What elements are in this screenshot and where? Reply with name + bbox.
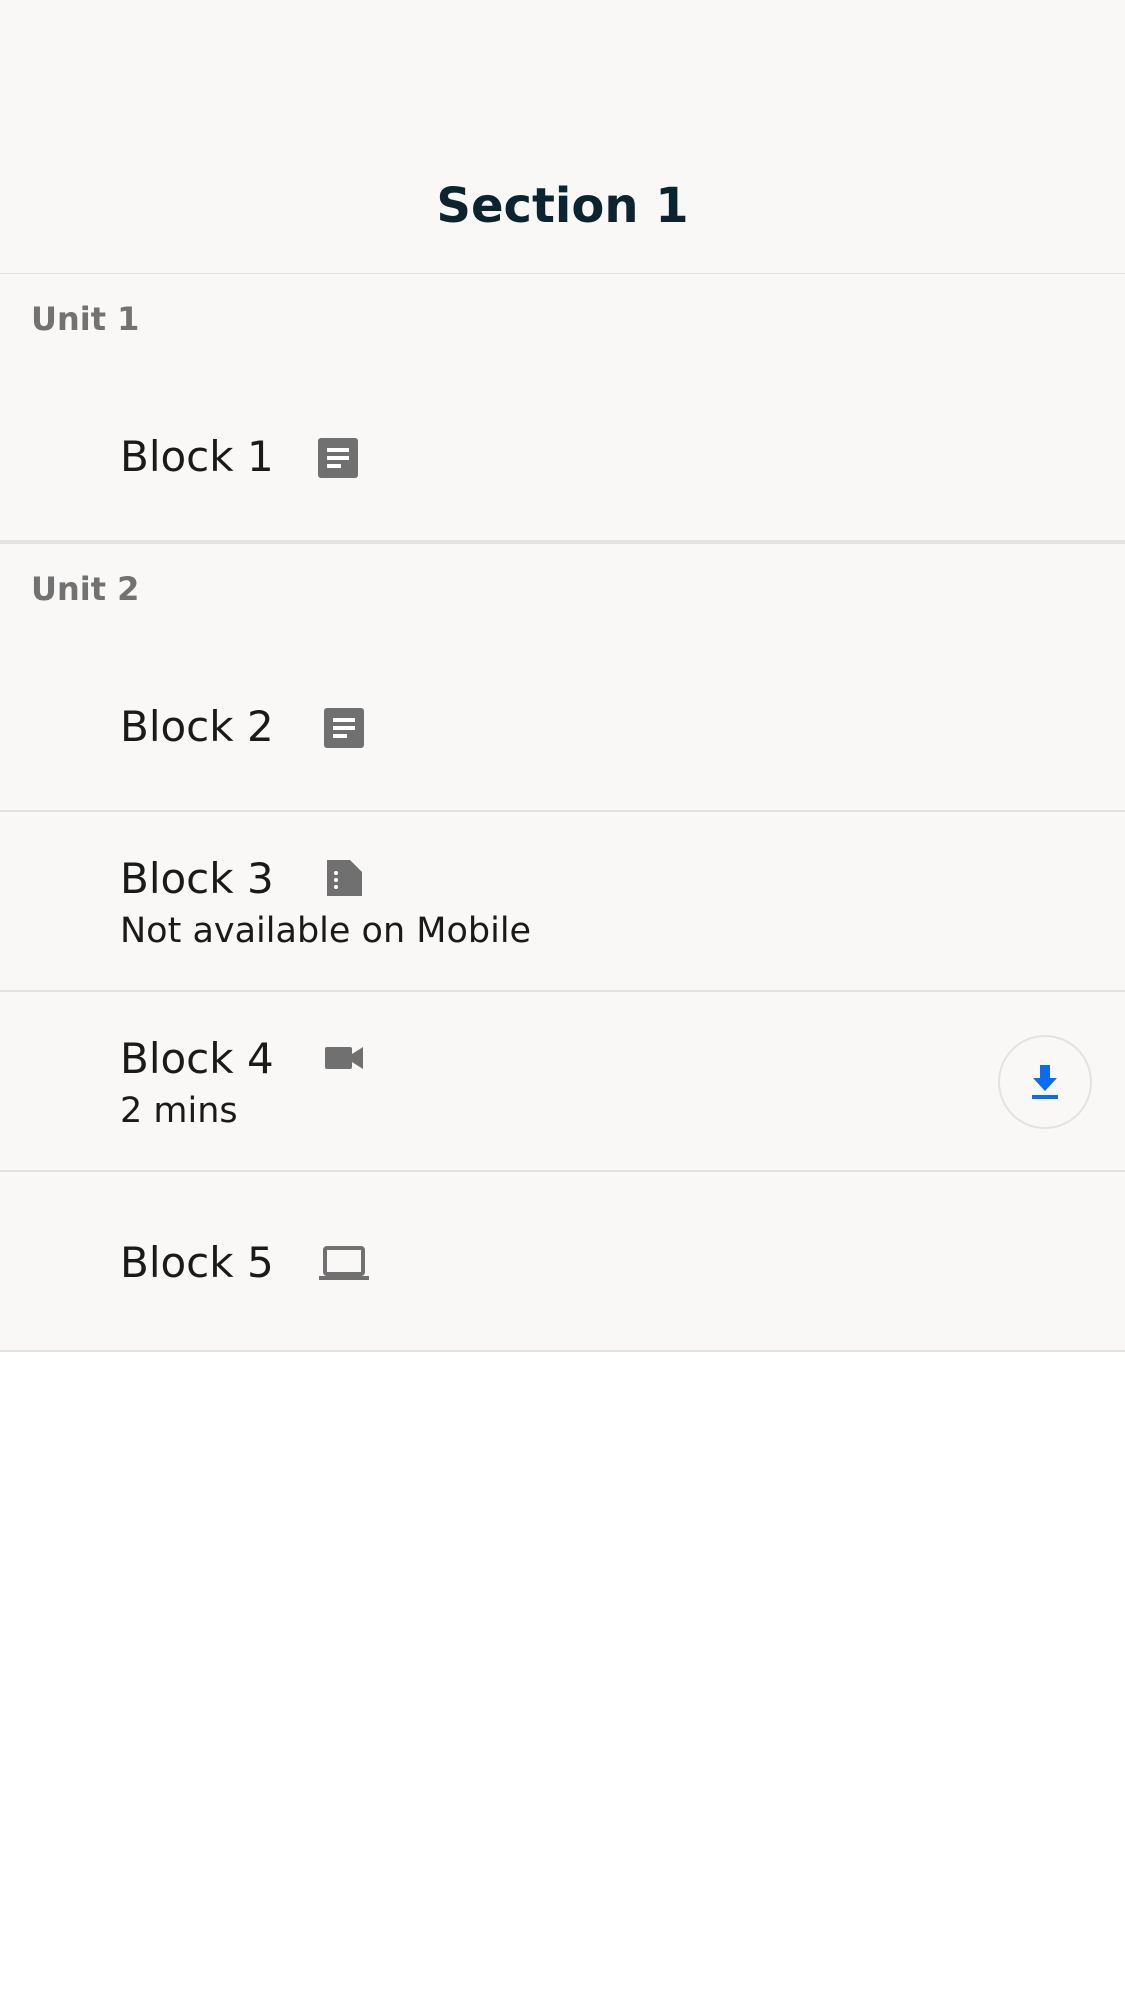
block-row-3[interactable]: Block 3 Not available on Mobile bbox=[0, 812, 1125, 992]
document-icon bbox=[323, 707, 365, 749]
block-title: Block 3 bbox=[120, 854, 274, 903]
block-subtitle: 2 mins bbox=[120, 1091, 238, 1131]
laptop-icon bbox=[318, 1242, 370, 1284]
unknown-file-icon bbox=[323, 857, 365, 899]
block-title: Block 2 bbox=[120, 702, 274, 751]
unit-label: Unit 1 bbox=[31, 300, 140, 338]
block-title: Block 5 bbox=[120, 1238, 274, 1287]
page-title: Section 1 bbox=[436, 178, 689, 234]
document-icon bbox=[317, 437, 359, 479]
block-subtitle: Not available on Mobile bbox=[120, 911, 532, 951]
app-header: Section 1 bbox=[0, 0, 1125, 274]
download-button[interactable] bbox=[998, 1035, 1092, 1129]
unit-label: Unit 2 bbox=[31, 570, 140, 608]
block-row-1[interactable]: Block 1 bbox=[0, 364, 1125, 540]
download-icon bbox=[1032, 1065, 1058, 1099]
block-title: Block 1 bbox=[120, 432, 274, 481]
block-row-2[interactable]: Block 2 bbox=[0, 634, 1125, 812]
block-row-4[interactable]: Block 4 2 mins bbox=[0, 992, 1125, 1172]
video-camera-icon bbox=[323, 1037, 365, 1079]
unit-header: Unit 2 bbox=[0, 544, 1125, 634]
empty-area bbox=[0, 1352, 1125, 2001]
unit-header: Unit 1 bbox=[0, 274, 1125, 364]
block-row-5[interactable]: Block 5 bbox=[0, 1172, 1125, 1352]
block-title: Block 4 bbox=[120, 1034, 274, 1083]
